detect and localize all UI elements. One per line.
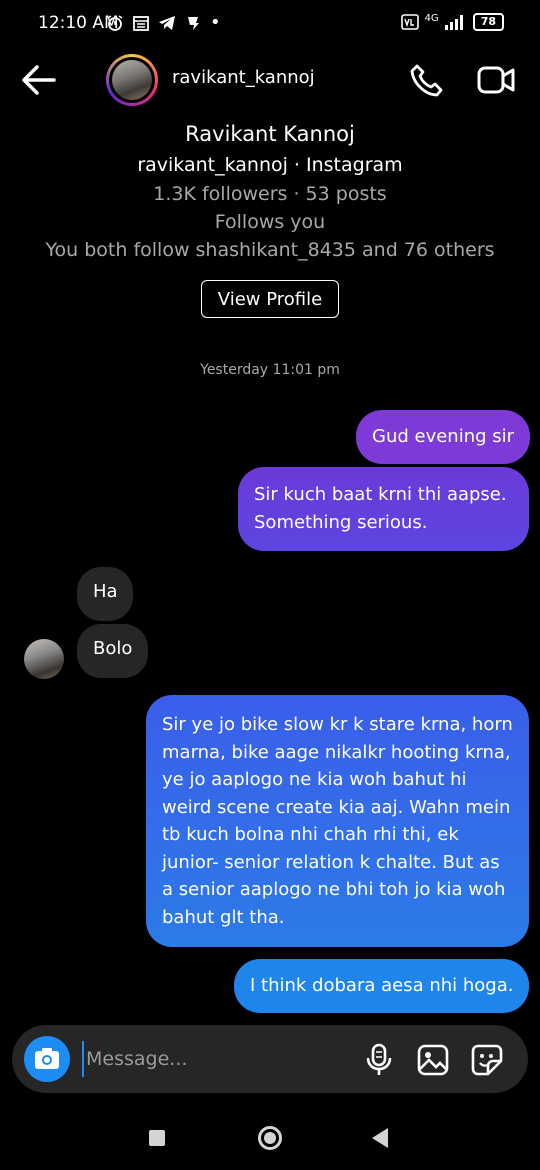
profile-follows-you: Follows you [214, 211, 326, 233]
calendar-icon [133, 16, 149, 31]
profile-handle: ravikant_kannoj · Instagram [137, 154, 403, 176]
chat-header: ravikant_kannoj [0, 48, 540, 112]
message-outgoing[interactable]: Sir kuch baat krni thi aapse. Something … [238, 467, 529, 551]
network-label: 4G [424, 12, 439, 24]
status-icons-right: 4G 78 [400, 12, 504, 31]
message-composer [12, 1025, 528, 1093]
chat-timestamp: Yesterday 11:01 pm [200, 362, 340, 378]
header-username[interactable]: ravikant_kannoj [172, 67, 315, 88]
camera-button[interactable] [24, 1036, 70, 1082]
microphone-icon[interactable] [364, 1043, 394, 1077]
sender-avatar[interactable] [24, 639, 64, 679]
signal-icon [444, 15, 463, 30]
system-nav-bar [0, 1110, 540, 1170]
message-outgoing[interactable]: I think dobara aesa nhi hoga. [234, 959, 530, 1013]
home-button[interactable] [258, 1126, 282, 1150]
avatar-photo [112, 60, 152, 100]
status-bar: 12:10 AM • 4G 78 [0, 0, 540, 48]
view-profile-button[interactable]: View Profile [200, 280, 340, 318]
header-avatar[interactable] [106, 54, 158, 106]
message-input[interactable] [82, 1041, 352, 1077]
sticker-icon[interactable] [470, 1043, 504, 1077]
back-arrow-icon[interactable] [18, 62, 58, 98]
dot-icon: • [210, 12, 221, 33]
profile-stats: 1.3K followers · 53 posts [153, 183, 387, 205]
recents-button[interactable] [149, 1130, 165, 1146]
message-outgoing[interactable]: Sir ye jo bike slow kr k stare krna, hor… [146, 695, 529, 947]
profile-summary: Ravikant Kannoj ravikant_kannoj · Instag… [0, 118, 540, 318]
message-incoming[interactable]: Ha [77, 567, 133, 621]
phone-icon[interactable] [408, 62, 446, 100]
video-camera-icon[interactable] [476, 62, 516, 98]
profile-name: Ravikant Kannoj [185, 122, 355, 146]
alarm-icon [107, 15, 123, 31]
app-notification-icon [188, 17, 199, 30]
status-icons-left: • [106, 14, 221, 32]
profile-mutuals: You both follow shashikant_8435 and 76 o… [45, 239, 495, 261]
message-outgoing[interactable]: Gud evening sir [356, 410, 531, 464]
camera-icon [35, 1048, 59, 1069]
battery-indicator: 78 [472, 13, 504, 31]
gallery-icon[interactable] [416, 1043, 450, 1077]
telegram-icon [159, 16, 175, 30]
volte-icon [400, 14, 419, 30]
message-incoming[interactable]: Bolo [77, 624, 148, 678]
system-back-button[interactable] [372, 1128, 388, 1148]
